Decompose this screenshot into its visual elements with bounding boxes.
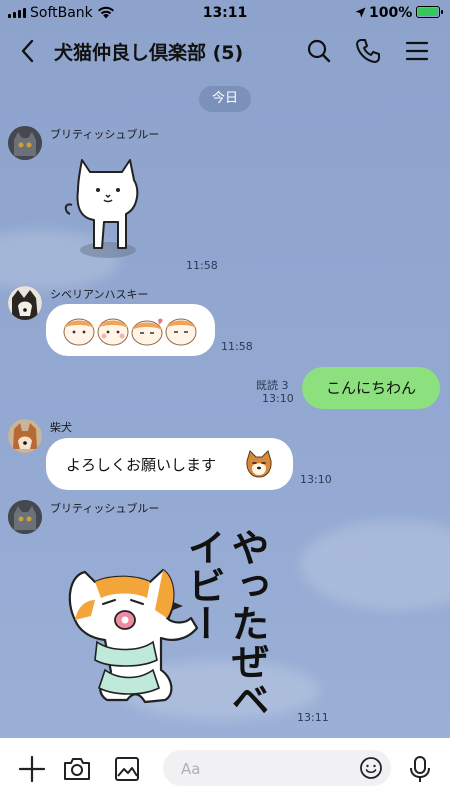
menu-icon[interactable] [403, 37, 431, 65]
chat-header: 犬猫仲良し倶楽部 (5) [0, 26, 450, 76]
sender-name: 柴犬 [50, 421, 72, 434]
message-time: 11:58 [186, 259, 218, 272]
image-icon[interactable] [112, 754, 142, 784]
back-icon[interactable] [14, 36, 44, 66]
message-input-bar [0, 738, 450, 800]
location-arrow-icon [355, 7, 366, 18]
message-text: よろしくお願いします [66, 456, 217, 474]
camera-icon[interactable] [62, 754, 92, 784]
yattaze-baby-sticker[interactable]: やったぜベイビー [55, 520, 285, 720]
battery-percent: 100% [369, 5, 413, 21]
cat-avatar-icon [8, 126, 42, 160]
emoji-icon[interactable] [359, 756, 383, 780]
shiba-avatar-icon [8, 419, 42, 453]
sender-name: ブリティッシュブルー [50, 128, 160, 141]
phone-icon[interactable] [354, 37, 382, 65]
message-bubble[interactable]: よろしくお願いします [46, 438, 293, 490]
microphone-icon[interactable] [405, 754, 435, 784]
message-time: 13:10 [262, 392, 294, 405]
dog-avatar-icon [8, 286, 42, 320]
avatar[interactable] [8, 286, 42, 320]
search-icon[interactable] [305, 37, 333, 65]
message-time: 13:11 [297, 711, 329, 724]
chat-title: 犬猫仲良し倶楽部 (5) [54, 42, 244, 64]
hamster-emoji-row [63, 318, 197, 346]
date-separator: 今日 [199, 86, 251, 112]
avatar[interactable] [8, 419, 42, 453]
status-bar: SoftBank 13:11 100% [0, 0, 450, 26]
avatar[interactable] [8, 126, 42, 160]
sender-name: シベリアンハスキー [50, 288, 149, 301]
hamster-emoji [63, 318, 95, 346]
message-time: 13:10 [300, 473, 332, 486]
sender-name: ブリティッシュブルー [50, 502, 160, 515]
my-message-bubble[interactable]: こんにちわん [302, 367, 440, 409]
plus-icon[interactable] [17, 754, 47, 784]
message-time: 11:58 [221, 340, 253, 353]
hamster-emoji [131, 318, 163, 346]
message-input[interactable] [179, 750, 353, 788]
battery-icon [416, 6, 443, 18]
hamster-emoji [97, 318, 129, 346]
sticker-caption: やったぜベイビー [181, 528, 269, 718]
sticker-bubble[interactable] [46, 304, 215, 356]
avatar[interactable] [8, 500, 42, 534]
hamster-emoji [165, 318, 197, 346]
cat-avatar-icon [8, 500, 42, 534]
message-field[interactable] [163, 750, 391, 788]
read-receipt: 既読 3 [256, 379, 289, 392]
white-cat-sticker[interactable] [60, 150, 150, 265]
shiba-emoji-icon [246, 450, 272, 478]
